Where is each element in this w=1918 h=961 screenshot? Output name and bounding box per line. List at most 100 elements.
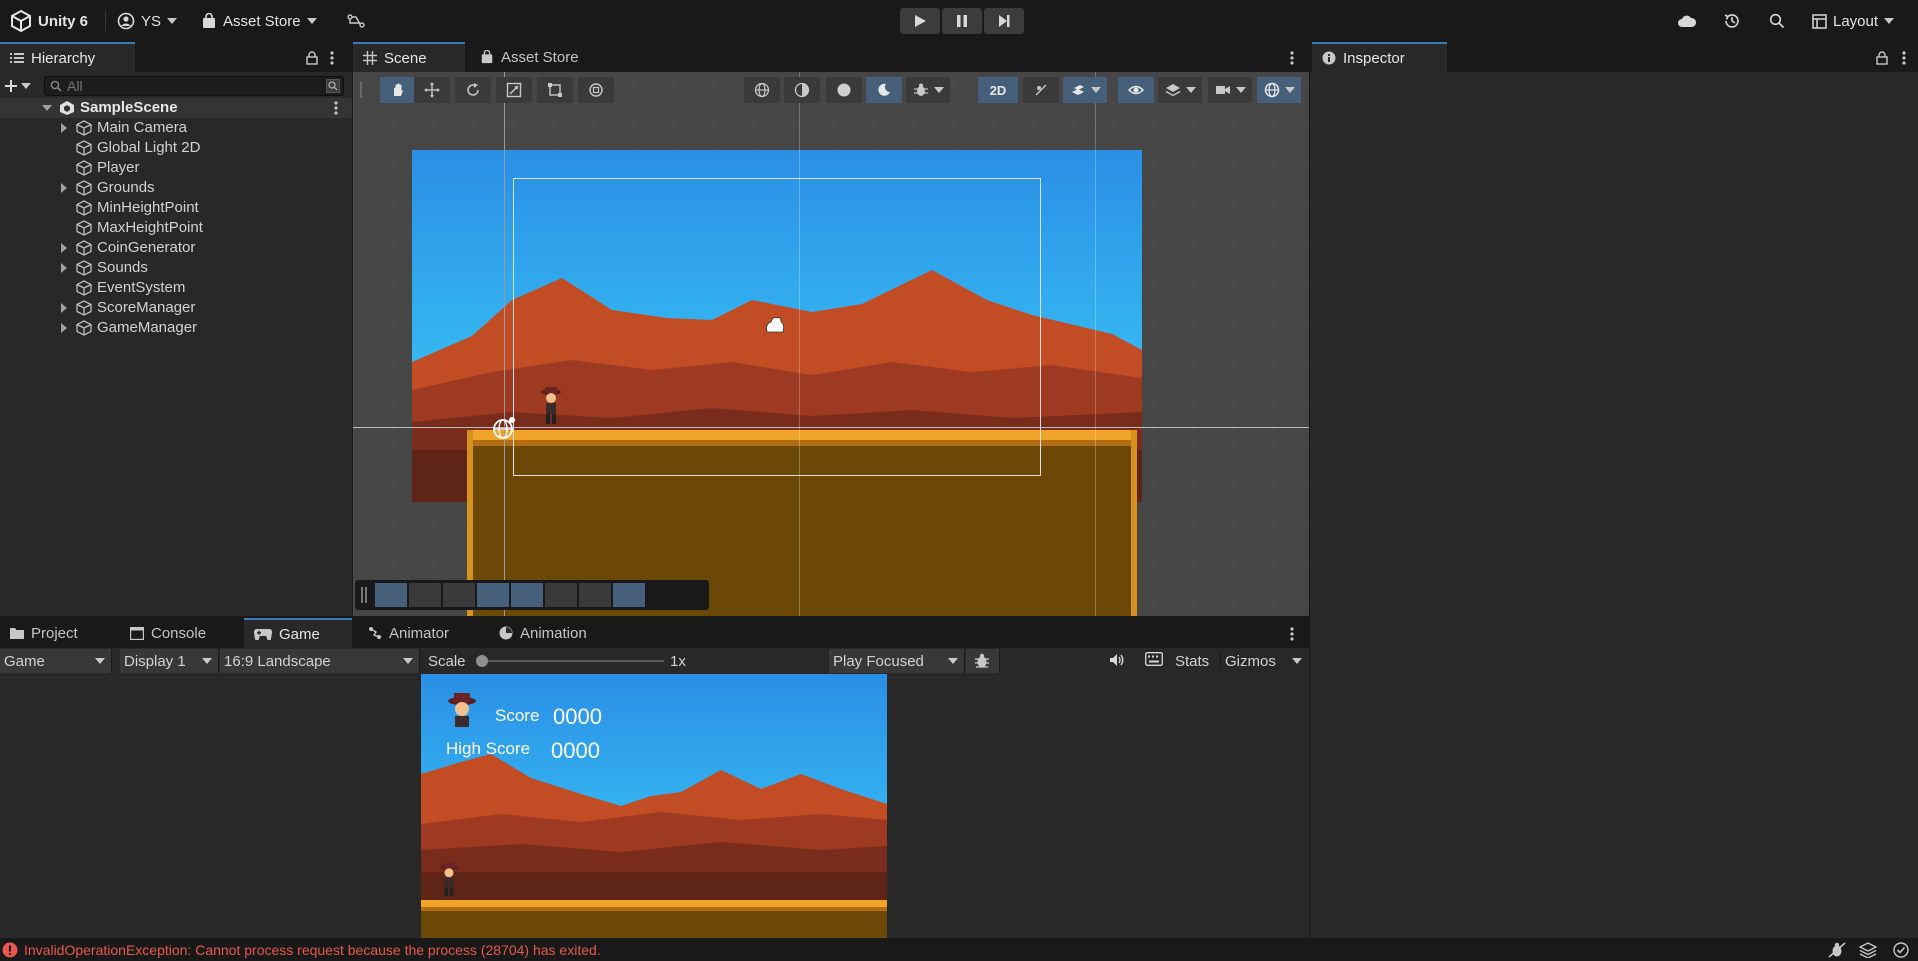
- rect-tool-button[interactable]: [537, 77, 573, 103]
- cloud-button[interactable]: [1677, 9, 1697, 33]
- tab-game-label: Game: [279, 625, 320, 643]
- gizmos-toggle[interactable]: [1257, 77, 1301, 103]
- move-overlay-button[interactable]: [375, 583, 407, 607]
- tab-game[interactable]: Game: [244, 618, 352, 648]
- hierarchy-item[interactable]: MaxHeightPoint: [0, 218, 352, 238]
- layers-dropdown[interactable]: [1158, 77, 1202, 103]
- stats-button[interactable]: Stats: [1175, 652, 1209, 670]
- tab-asset-store-label: Asset Store: [501, 48, 579, 66]
- scene-view[interactable]: [353, 72, 1309, 616]
- global-local-button[interactable]: [744, 77, 780, 103]
- hierarchy-item[interactable]: ScoreManager: [0, 298, 352, 318]
- play-mode-dropdown[interactable]: Play Focused: [829, 649, 965, 673]
- camera-gizmo-icon[interactable]: [491, 416, 517, 440]
- mute-audio-button[interactable]: [1109, 652, 1129, 670]
- view-mode-dropdown[interactable]: Game: [0, 649, 112, 673]
- rotate-tool-button[interactable]: [455, 77, 491, 103]
- more-options-icon[interactable]: [334, 100, 338, 116]
- scene-row[interactable]: SampleScene: [0, 98, 352, 118]
- cache-server-icon[interactable]: [1859, 942, 1877, 958]
- aspect-dropdown[interactable]: 16:9 Landscape: [220, 649, 420, 673]
- account-dropdown[interactable]: YS: [117, 9, 178, 33]
- tab-scene[interactable]: Scene: [353, 42, 465, 72]
- layout-dropdown[interactable]: Layout: [1812, 9, 1895, 33]
- hierarchy-item[interactable]: Main Camera: [0, 118, 352, 138]
- display-dropdown[interactable]: Display 1: [120, 649, 219, 673]
- step-button[interactable]: [984, 8, 1024, 34]
- version-control-button[interactable]: [347, 9, 365, 33]
- hand-tool-button[interactable]: [380, 77, 416, 103]
- debug-draw-button[interactable]: [906, 77, 950, 103]
- scale-tool-button[interactable]: [496, 77, 532, 103]
- hierarchy-search-input[interactable]: [67, 78, 317, 94]
- hierarchy-item[interactable]: Grounds: [0, 178, 352, 198]
- scale-slider-thumb[interactable]: [476, 655, 488, 667]
- fold-closed-icon[interactable]: [61, 183, 67, 193]
- grid-toggle-button[interactable]: [443, 583, 475, 607]
- history-button[interactable]: [1723, 9, 1741, 33]
- layers-overlay-button[interactable]: [511, 583, 543, 607]
- fold-closed-icon[interactable]: [61, 243, 67, 253]
- shuffle-overlay-button[interactable]: [613, 583, 645, 607]
- drag-handle-icon[interactable]: [361, 587, 363, 603]
- tab-console[interactable]: Console: [120, 618, 216, 648]
- hierarchy-search-field[interactable]: [44, 76, 344, 96]
- tab-inspector[interactable]: Inspector: [1312, 42, 1447, 72]
- search-overlay-button[interactable]: [545, 583, 577, 607]
- fold-closed-icon[interactable]: [61, 123, 67, 133]
- lock-icon[interactable]: [306, 51, 318, 65]
- tab-hierarchy[interactable]: Hierarchy: [0, 42, 135, 72]
- search-filter-icon[interactable]: [326, 79, 340, 93]
- game-render[interactable]: Score 0000 High Score 0000: [421, 674, 887, 938]
- create-button[interactable]: [4, 76, 38, 96]
- debug-toggle[interactable]: [966, 649, 1000, 673]
- gizmos-dropdown[interactable]: Gizmos: [1220, 652, 1306, 670]
- fold-closed-icon[interactable]: [61, 303, 67, 313]
- lighting-overlay-button[interactable]: [477, 583, 509, 607]
- checkmark-circle-icon[interactable]: [1893, 942, 1909, 958]
- tab-animator[interactable]: Animator: [358, 618, 459, 648]
- hierarchy-item[interactable]: EventSystem: [0, 278, 352, 298]
- light-gizmo-icon[interactable]: [763, 314, 787, 336]
- hierarchy-item[interactable]: MinHeightPoint: [0, 198, 352, 218]
- error-message[interactable]: InvalidOperationException: Cannot proces…: [24, 942, 601, 958]
- lighting-toggle[interactable]: [1023, 77, 1059, 103]
- pause-button[interactable]: [942, 8, 982, 34]
- player-sprite[interactable]: [540, 386, 562, 426]
- lock-icon[interactable]: [1876, 51, 1888, 65]
- fold-closed-icon[interactable]: [61, 263, 67, 273]
- shading-mode-button[interactable]: [826, 77, 862, 103]
- unity-menu[interactable]: Unity 6: [10, 9, 88, 33]
- asset-store-menu[interactable]: Asset Store: [201, 9, 317, 33]
- camera-dropdown[interactable]: [1208, 77, 1252, 103]
- play-button[interactable]: [900, 8, 940, 34]
- camera-overlay-button[interactable]: [579, 583, 611, 607]
- tab-animation[interactable]: Animation: [489, 618, 597, 648]
- tab-asset-store[interactable]: Asset Store: [470, 42, 589, 72]
- transform-tool-button[interactable]: [578, 77, 614, 103]
- search-button[interactable]: [1769, 9, 1785, 33]
- hierarchy-item[interactable]: Player: [0, 158, 352, 178]
- debug-mode-icon[interactable]: [1828, 942, 1846, 958]
- hierarchy-item[interactable]: Sounds: [0, 258, 352, 278]
- pivot-button[interactable]: [784, 77, 820, 103]
- more-options-icon[interactable]: [1902, 50, 1906, 66]
- scale-slider[interactable]: [480, 660, 664, 662]
- hierarchy-item[interactable]: GameManager: [0, 318, 352, 338]
- more-options-icon[interactable]: [1290, 626, 1294, 642]
- effects-toggle[interactable]: [1063, 77, 1107, 103]
- 2d-toggle[interactable]: 2D: [978, 77, 1018, 103]
- lighting-mode-button[interactable]: [866, 77, 902, 103]
- visibility-toggle[interactable]: [1118, 77, 1154, 103]
- more-options-icon[interactable]: [330, 50, 334, 66]
- shortcuts-button[interactable]: [1145, 652, 1165, 670]
- fold-open-icon[interactable]: [42, 105, 52, 111]
- snap-settings-button[interactable]: [409, 583, 441, 607]
- more-options-icon[interactable]: [1290, 50, 1294, 66]
- move-tool-button[interactable]: [414, 77, 450, 103]
- hierarchy-item[interactable]: Global Light 2D: [0, 138, 352, 158]
- fold-closed-icon[interactable]: [61, 323, 67, 333]
- hierarchy-item[interactable]: CoinGenerator: [0, 238, 352, 258]
- drag-handle-icon[interactable]: [360, 82, 362, 98]
- tab-project[interactable]: Project: [0, 618, 88, 648]
